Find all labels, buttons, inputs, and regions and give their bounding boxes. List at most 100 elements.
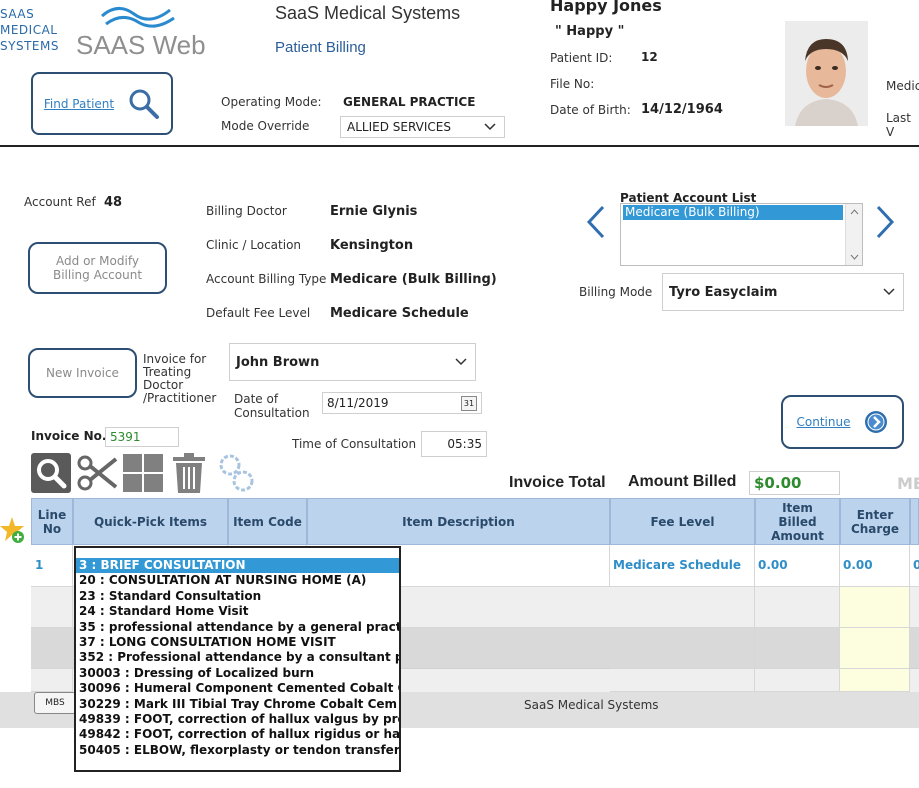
logo-web-text: SAAS Web	[76, 30, 206, 60]
operating-mode-label: Operating Mode:	[221, 95, 322, 109]
account-list-box[interactable]: Medicare (Bulk Billing)	[620, 203, 863, 266]
billing-mode-value: Tyro Easyclaim	[669, 284, 778, 300]
col-header-line-no: Line No	[31, 498, 73, 545]
amount-billed-field: $0.00	[749, 471, 840, 495]
amount-billed-label: Amount Billed	[628, 473, 737, 490]
operating-mode-value: GENERAL PRACTICE	[343, 95, 476, 109]
clinic-value: Kensington	[330, 238, 414, 253]
enter-charge-cell[interactable]: 0.00	[840, 545, 910, 587]
invoice-number-label: Invoice No.	[31, 429, 107, 443]
patient-id-value: 12	[641, 50, 658, 64]
treating-doctor-select[interactable]: John Brown	[229, 343, 476, 381]
quick-pick-option[interactable]: 30229 : Mark III Tibial Tray Chrome Coba…	[76, 697, 399, 712]
fee-level-cell[interactable]: Medicare Schedule	[610, 545, 755, 587]
mbs-button[interactable]: MBS	[34, 692, 76, 714]
extra-cell-value: 0	[913, 558, 919, 572]
new-invoice-button[interactable]: New Invoice	[28, 348, 137, 398]
file-no-label: File No:	[550, 77, 595, 91]
last-visit-label-cut: Last V	[886, 111, 911, 139]
continue-button[interactable]: Continue	[781, 395, 904, 449]
row-cell	[840, 628, 910, 669]
new-invoice-label: New Invoice	[46, 366, 119, 380]
me-label-cut: ME	[897, 474, 919, 493]
account-list-item[interactable]: Medicare (Bulk Billing)	[623, 205, 843, 220]
quick-pick-option[interactable]: 35 : professional attendance by a genera…	[76, 620, 399, 635]
page-title: Patient Billing	[275, 39, 366, 56]
quick-pick-dropdown[interactable]: 3 : BRIEF CONSULTATION 20 : CONSULTATION…	[74, 546, 401, 772]
quick-pick-option[interactable]: 50405 : ELBOW, flexorplasty or tendon tr…	[76, 743, 399, 758]
patient-photo	[785, 21, 868, 126]
search-icon	[129, 89, 160, 119]
add-star-icon[interactable]	[0, 515, 26, 545]
logo-waves-icon	[101, 7, 175, 28]
row-cell	[31, 587, 73, 628]
billing-type-label: Account Billing Type	[206, 272, 327, 286]
col-header-item-description: Item Description	[307, 498, 610, 545]
row-cell	[755, 587, 840, 628]
quick-pick-option[interactable]: 30096 : Humeral Component Cemented Cobal…	[76, 681, 399, 696]
quick-pick-option[interactable]: 23 : Standard Consultation	[76, 589, 399, 604]
add-modify-billing-account-button[interactable]: Add or Modify Billing Account	[28, 242, 167, 294]
quick-pick-option[interactable]: 20 : CONSULTATION AT NURSING HOME (A)	[76, 573, 399, 588]
amount-billed-value: $0.00	[754, 474, 802, 492]
date-consultation-value: 8/11/2019	[327, 396, 389, 410]
col-header-fee-level: Fee Level	[610, 498, 755, 545]
scrollbar[interactable]	[845, 204, 862, 265]
billing-doctor-label: Billing Doctor	[206, 204, 287, 218]
invoice-number-value: 5391	[110, 430, 141, 444]
mode-override-select[interactable]: ALLIED SERVICES	[340, 116, 505, 138]
invoice-number-input[interactable]: 5391	[105, 427, 179, 447]
chevron-down-icon	[455, 358, 467, 366]
add-modify-billing-account-label: Add or Modify Billing Account	[52, 254, 143, 282]
quick-pick-option[interactable]: 49839 : FOOT, correction of hallux valgu…	[76, 712, 399, 727]
time-consultation-label: Time of Consultation	[292, 437, 417, 451]
calendar-icon[interactable]: 31	[461, 396, 477, 411]
scroll-up-icon[interactable]	[850, 209, 859, 215]
chevron-left-icon[interactable]	[585, 205, 607, 239]
date-consultation-input[interactable]: 8/11/2019 31	[322, 392, 482, 414]
billed-amount-cell: 0.00	[755, 545, 840, 587]
arrow-right-circle-icon	[865, 411, 888, 433]
scissors-icon[interactable]	[76, 453, 118, 493]
row-cell	[755, 669, 840, 692]
patient-name: Happy Jones	[550, 0, 662, 15]
billing-mode-select[interactable]: Tyro Easyclaim	[662, 273, 904, 311]
quick-pick-option[interactable]: 30003 : Dressing of Localized burn	[76, 666, 399, 681]
line-no-value: 1	[35, 558, 44, 572]
quick-pick-option[interactable]: 3 : BRIEF CONSULTATION	[76, 558, 399, 574]
enter-charge-value: 0.00	[843, 558, 873, 572]
treating-doctor-label: Invoice for Treating Doctor /Practitione…	[143, 352, 217, 405]
continue-label: Continue	[796, 415, 851, 429]
quick-pick-option[interactable]: 49842 : FOOT, correction of hallux rigid…	[76, 727, 399, 742]
calendar-day: 31	[463, 399, 475, 408]
treating-doctor-value: John Brown	[236, 354, 320, 370]
fee-level-value: Medicare Schedule	[330, 306, 469, 321]
col-header-extra	[910, 498, 919, 545]
col-header-enter-charge: Enter Charge	[840, 498, 910, 545]
logo-text-systems: SYSTEMS	[0, 39, 59, 53]
quick-pick-option[interactable]: 37 : LONG CONSULTATION HOME VISIT	[76, 635, 399, 650]
fee-level-label: Default Fee Level	[206, 306, 311, 320]
chevron-right-icon[interactable]	[874, 205, 896, 239]
chevron-down-icon	[883, 288, 895, 296]
col-header-item-code: Item Code	[228, 498, 307, 545]
quick-pick-option[interactable]: 352 : Professional attendance by a consu…	[76, 650, 399, 665]
patient-avatar-icon	[785, 21, 868, 126]
col-header-quick-pick: Quick-Pick Items	[73, 498, 228, 545]
mbs-label: MBS	[45, 698, 65, 708]
time-consultation-input[interactable]: 05:35	[421, 431, 487, 457]
time-consultation-value: 05:35	[447, 437, 482, 451]
row-cell	[610, 587, 755, 628]
mode-override-value: ALLIED SERVICES	[347, 120, 451, 134]
grid-icon[interactable]	[122, 453, 164, 493]
search-tool-icon[interactable]	[31, 453, 71, 493]
footer-text: SaaS Medical Systems	[524, 698, 659, 712]
scroll-down-icon[interactable]	[850, 254, 859, 260]
invoice-total-label: Invoice Total	[509, 474, 606, 491]
trash-icon[interactable]	[171, 452, 207, 494]
row-cell	[610, 669, 755, 692]
date-consultation-label: Date of Consultation	[234, 392, 310, 420]
find-patient-button[interactable]: Find Patient	[31, 72, 173, 135]
quick-pick-option[interactable]: 24 : Standard Home Visit	[76, 604, 399, 619]
gears-icon[interactable]	[216, 451, 256, 495]
